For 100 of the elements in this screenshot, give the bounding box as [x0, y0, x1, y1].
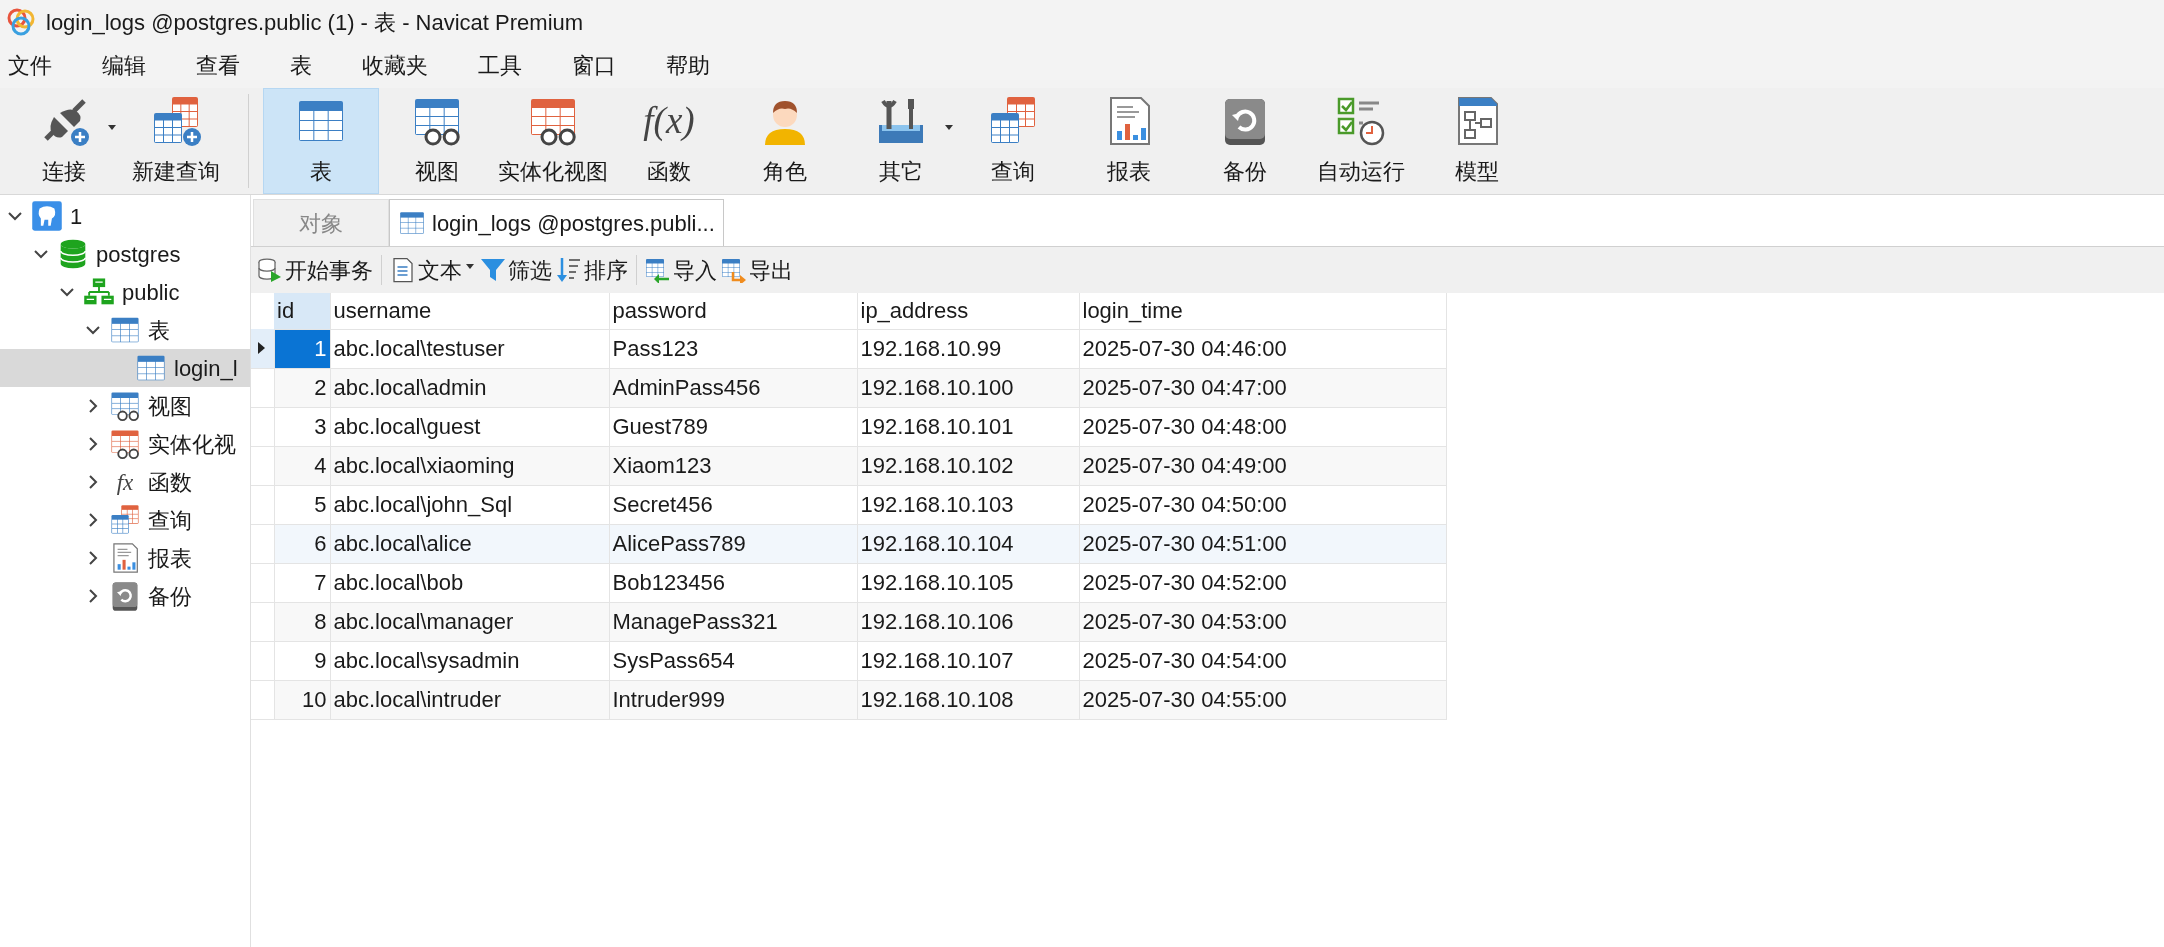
table-cell: 2 [274, 368, 330, 407]
column-header[interactable]: username [330, 293, 609, 329]
table-cell: 192.168.10.100 [857, 368, 1079, 407]
chevron-right-icon[interactable] [86, 399, 100, 413]
table-cell: Xiaom123 [609, 446, 857, 485]
chevron-right-icon[interactable] [86, 513, 100, 527]
toolbar-button[interactable]: 自动运行 [1303, 88, 1419, 194]
table-cell: abc.local\sysadmin [330, 641, 609, 680]
tree-item[interactable]: 实体化视 [0, 425, 250, 463]
table-cell: 8 [274, 602, 330, 641]
toolbar-button[interactable]: 角色 [727, 88, 843, 194]
elephant-icon [31, 200, 63, 232]
table-cell: 2025-07-30 04:52:00 [1079, 563, 1446, 602]
table-cell: 5 [274, 485, 330, 524]
table-cell: 4 [274, 446, 330, 485]
column-header[interactable]: password [609, 293, 857, 329]
menu-item[interactable]: 文件 [2, 51, 58, 81]
tree-item[interactable]: login_l [0, 349, 250, 387]
chevron-down-icon[interactable] [8, 209, 22, 223]
chevron-down-icon[interactable] [34, 247, 48, 261]
toolbar-button[interactable]: 导入 [643, 253, 719, 287]
toolbar-button[interactable]: f(x) 函数 [611, 88, 727, 194]
toolbar-button[interactable]: 排序 [554, 253, 630, 287]
table-cell: 2025-07-30 04:49:00 [1079, 446, 1446, 485]
table-cell: 3 [274, 407, 330, 446]
chevron-right-icon[interactable] [86, 589, 100, 603]
tree-item[interactable]: 表 [0, 311, 250, 349]
tab[interactable]: login_logs @postgres.publi... [389, 199, 724, 246]
chevron-down-icon[interactable] [60, 285, 74, 299]
menu-item[interactable]: 编辑 [96, 51, 152, 81]
tree-item[interactable]: 查询 [0, 501, 250, 539]
tree-item[interactable]: postgres [0, 235, 250, 273]
table-cell: 2025-07-30 04:51:00 [1079, 524, 1446, 563]
table-cell: abc.local\admin [330, 368, 609, 407]
tree-item[interactable]: 备份 [0, 577, 250, 615]
table-cell: AdminPass456 [609, 368, 857, 407]
chevron-down-icon[interactable] [86, 323, 100, 337]
dropdown-caret-icon[interactable] [466, 263, 474, 269]
toolbar-button[interactable]: 报表 [1071, 88, 1187, 194]
filter-icon [480, 257, 506, 283]
table-cell: 192.168.10.103 [857, 485, 1079, 524]
table-cell: 192.168.10.108 [857, 680, 1079, 719]
table-cell: 192.168.10.101 [857, 407, 1079, 446]
menu-item[interactable]: 表 [284, 51, 318, 81]
toolbar-button[interactable]: 实体化视图 [495, 88, 611, 194]
window-title: login_logs @postgres.public (1) - 表 - Navicat Premium [46, 8, 584, 37]
dropdown-caret-icon[interactable] [108, 124, 116, 130]
table-icon [398, 209, 426, 237]
table-cell: 2025-07-30 04:47:00 [1079, 368, 1446, 407]
table-cell: abc.local\guest [330, 407, 609, 446]
column-header[interactable]: login_time [1079, 293, 1446, 329]
menu-item[interactable]: 查看 [190, 51, 246, 81]
tree-item[interactable]: 报表 [0, 539, 250, 577]
tree-item[interactable]: 1 [0, 197, 250, 235]
tree-item[interactable]: fx 函数 [0, 463, 250, 501]
toolbar-button[interactable]: 文本 [388, 253, 478, 287]
table-cell: ManagePass321 [609, 602, 857, 641]
menu-item[interactable]: 收藏夹 [356, 51, 434, 81]
import-icon [645, 257, 671, 283]
table-cell: 2025-07-30 04:48:00 [1079, 407, 1446, 446]
menu-item[interactable]: 工具 [472, 51, 528, 81]
document-icon [390, 257, 416, 283]
view-icon [109, 390, 141, 422]
tree-item[interactable]: 视图 [0, 387, 250, 425]
toolbar-button[interactable]: 备份 [1187, 88, 1303, 194]
menu-item[interactable]: 窗口 [566, 51, 622, 81]
toolbar-button[interactable]: 导出 [719, 253, 795, 287]
table-cell: Guest789 [609, 407, 857, 446]
table-cell: 2025-07-30 04:53:00 [1079, 602, 1446, 641]
table-cell: Pass123 [609, 329, 857, 368]
table-cell: abc.local\intruder [330, 680, 609, 719]
table-cell: 192.168.10.104 [857, 524, 1079, 563]
table-cell: AlicePass789 [609, 524, 857, 563]
toolbar-button[interactable]: 视图 [379, 88, 495, 194]
database-icon [57, 238, 89, 270]
table-cell: Secret456 [609, 485, 857, 524]
dropdown-caret-icon[interactable] [945, 124, 953, 130]
table-cell: abc.local\xiaoming [330, 446, 609, 485]
column-header[interactable]: id [274, 293, 330, 329]
toolbar-button[interactable]: 开始事务 [255, 253, 375, 287]
tree-item[interactable]: public [0, 273, 250, 311]
chevron-right-icon[interactable] [86, 475, 100, 489]
table-cell: 192.168.10.106 [857, 602, 1079, 641]
table-cell: 9 [274, 641, 330, 680]
table-cell: abc.local\testuser [330, 329, 609, 368]
toolbar-button[interactable]: 筛选 [478, 253, 554, 287]
column-header[interactable]: ip_address [857, 293, 1079, 329]
toolbar-button[interactable]: 模型 [1419, 88, 1535, 194]
table-cell: 6 [274, 524, 330, 563]
table-cell: Bob123456 [609, 563, 857, 602]
chevron-right-icon[interactable] [86, 551, 100, 565]
menu-item[interactable]: 帮助 [660, 51, 716, 81]
function-icon: f(x) [643, 102, 695, 139]
table-cell: 2025-07-30 04:55:00 [1079, 680, 1446, 719]
sort-icon [556, 257, 582, 283]
app-logo-icon [6, 7, 36, 37]
table-cell: SysPass654 [609, 641, 857, 680]
chevron-right-icon[interactable] [86, 437, 100, 451]
table-cell: abc.local\manager [330, 602, 609, 641]
toolbar-button[interactable]: 表 [263, 88, 379, 194]
